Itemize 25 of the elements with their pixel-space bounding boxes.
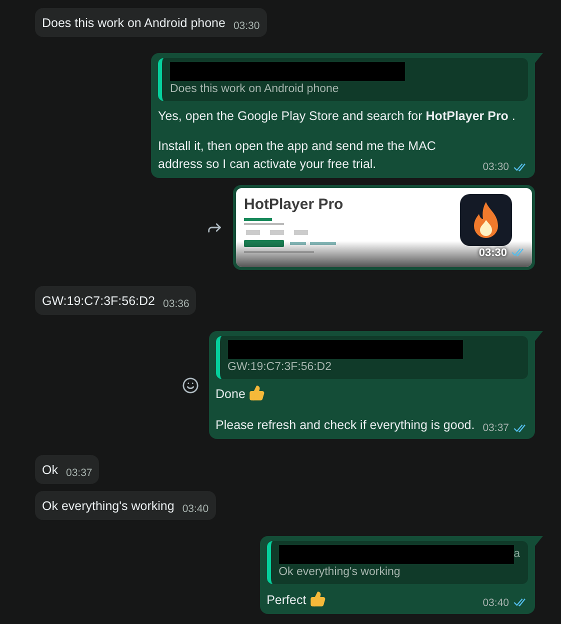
message-time: 03:30 bbox=[478, 246, 507, 261]
quoted-text: Does this work on Android phone bbox=[170, 82, 340, 98]
message-text: Ok everything's working bbox=[42, 498, 174, 513]
image-message[interactable]: HotPlayer Pro 03:30 bbox=[233, 184, 535, 270]
message-text: GW:19:C7:3F:56:D2 bbox=[42, 294, 156, 308]
message-text: Please refresh and check if everything is good. bbox=[216, 418, 475, 432]
message-text: Does this work on Android phone bbox=[42, 16, 226, 30]
message-time: 03:37 bbox=[482, 421, 509, 436]
message-text: Ok bbox=[42, 463, 58, 478]
message-text: Done bbox=[216, 387, 246, 402]
quoted-sender-name: a bbox=[514, 547, 520, 562]
message-text: Yes, open the Google Play Store and search for HotPlayer Pro . bbox=[158, 109, 516, 124]
emoji-reaction-icon[interactable] bbox=[182, 376, 199, 394]
message-time: 03:40 bbox=[482, 596, 509, 611]
flame-app-icon bbox=[460, 194, 512, 246]
quoted-text: GW:19:C7:3F:56:D2 bbox=[228, 360, 333, 376]
message-time: 03:30 bbox=[233, 19, 260, 34]
message-time: 03:30 bbox=[482, 160, 509, 176]
message-text: Install it, then open the app and send me the MAC address so I can activate your free trial. bbox=[158, 139, 436, 172]
app-title: HotPlayer Pro bbox=[244, 194, 344, 215]
message-time: 03:37 bbox=[66, 466, 92, 482]
quoted-text: Ok everything's working bbox=[278, 564, 402, 580]
message-time: 03:36 bbox=[163, 296, 190, 312]
message-time: 03:40 bbox=[182, 502, 209, 517]
message-text: Perfect bbox=[266, 592, 306, 607]
